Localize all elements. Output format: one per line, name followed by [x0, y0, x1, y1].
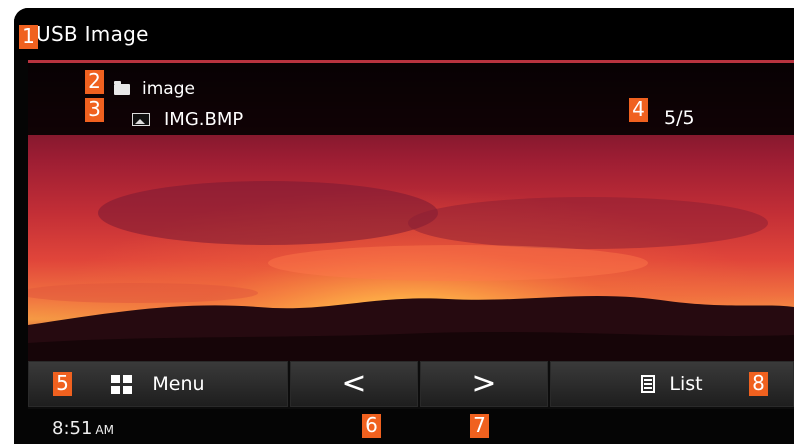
callout-3: 3	[85, 98, 104, 122]
clock-time: 8:51	[52, 418, 93, 439]
clock-ampm: AM	[95, 423, 114, 437]
clock: 8:51 AM	[52, 418, 114, 439]
control-bar: Menu < > List	[28, 361, 794, 409]
folder-name: image	[142, 79, 195, 99]
file-row: IMG.BMP	[132, 108, 243, 130]
title-bar: USB Image	[14, 8, 794, 60]
folder-row: image	[114, 78, 195, 100]
menu-label: Menu	[152, 373, 205, 395]
next-button[interactable]: >	[420, 361, 548, 407]
callout-1: 1	[19, 25, 38, 49]
callout-7: 7	[470, 414, 489, 438]
folder-icon	[114, 80, 130, 95]
list-icon	[641, 375, 656, 393]
file-name: IMG.BMP	[164, 108, 244, 130]
screen-title: USB Image	[36, 22, 149, 46]
grid-menu-icon	[111, 374, 133, 394]
callout-8: 8	[749, 372, 768, 396]
callout-6: 6	[362, 414, 381, 438]
image-file-icon	[132, 112, 150, 126]
callout-2: 2	[85, 70, 104, 94]
file-position: 5/5	[664, 107, 695, 129]
callout-4: 4	[629, 98, 648, 122]
status-bar: 8:51 AM	[14, 409, 794, 444]
chevron-right-icon: >	[471, 366, 497, 401]
usb-image-screen: USB Image image IMG.BMP 5/5 Menu < > Lis…	[14, 8, 794, 444]
previous-button[interactable]: <	[290, 361, 418, 407]
list-label: List	[669, 373, 703, 395]
chevron-left-icon: <	[341, 366, 367, 401]
callout-5: 5	[53, 372, 72, 396]
